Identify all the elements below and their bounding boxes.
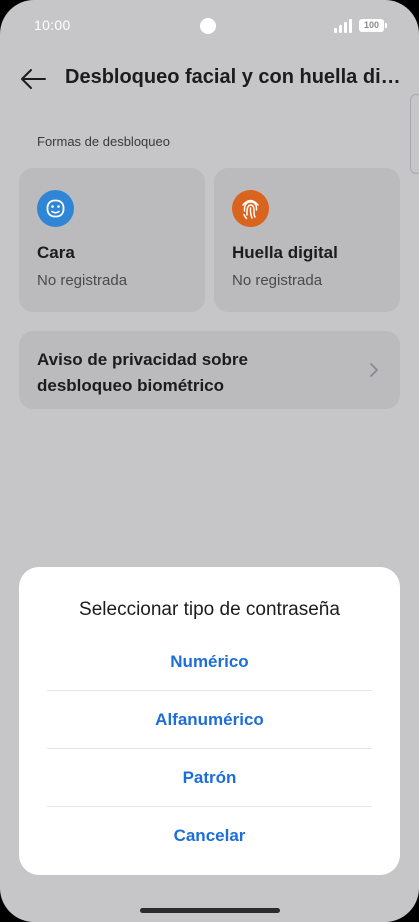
cancel-button[interactable]: Cancelar: [47, 807, 372, 865]
dialog-title: Seleccionar tipo de contraseña: [79, 599, 340, 620]
scroll-indicator: [410, 94, 419, 174]
camera-cutout: [200, 18, 216, 34]
face-icon: [37, 190, 74, 227]
card-status: No registrada: [37, 272, 128, 289]
chevron-right-icon: [370, 363, 378, 377]
option-numeric[interactable]: Numérico: [47, 633, 372, 691]
battery-icon: 100: [359, 19, 387, 32]
option-alphanumeric[interactable]: Alfanumérico: [47, 691, 372, 749]
fingerprint-icon: [232, 190, 269, 227]
page-title: Desbloqueo facial y con huella digital: [65, 66, 405, 88]
status-bar: 10:00 100: [0, 0, 419, 52]
unlock-method-face[interactable]: Cara No registrada: [19, 168, 205, 312]
arrow-left-icon[interactable]: [18, 64, 48, 94]
card-title: Cara: [37, 243, 75, 262]
signal-icon: [334, 19, 354, 33]
phone-screen: 10:00 100 Desbloqueo facial y con huella…: [0, 0, 419, 922]
status-time: 10:00: [34, 17, 71, 33]
card-status: No registrada: [232, 272, 323, 289]
card-title: Huella digital: [232, 243, 338, 262]
password-type-dialog: Seleccionar tipo de contraseña Numérico …: [19, 567, 400, 875]
option-pattern[interactable]: Patrón: [47, 749, 372, 807]
section-label: Formas de desbloqueo: [37, 134, 170, 149]
unlock-method-fingerprint[interactable]: Huella digital No registrada: [214, 168, 400, 312]
home-indicator[interactable]: [140, 908, 280, 913]
privacy-notice-label: Aviso de privacidad sobre desbloqueo bio…: [37, 350, 248, 395]
privacy-notice-row[interactable]: Aviso de privacidad sobre desbloqueo bio…: [19, 331, 400, 409]
